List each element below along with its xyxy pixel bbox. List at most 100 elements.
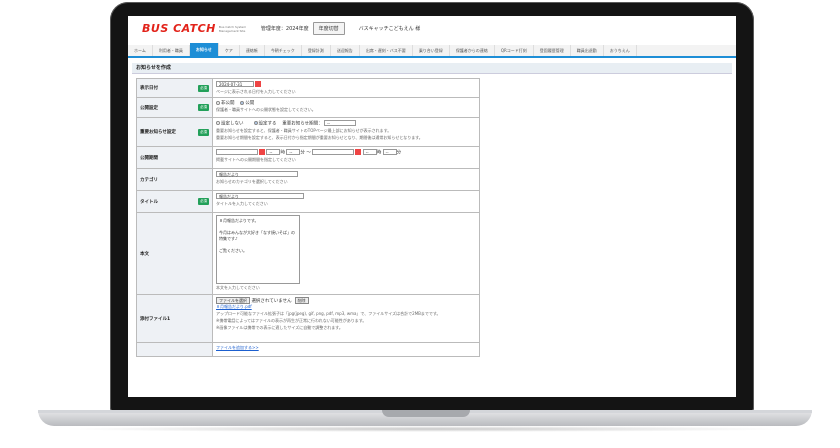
screen: BUS CATCH Bus Catch System Management Si… [128, 16, 736, 397]
nav-item-ride-registration[interactable]: 乗り合い登録 [413, 45, 450, 56]
nav-item-attendance[interactable]: 出席・遅刻・バス不要 [360, 45, 413, 56]
period-end-date-input[interactable] [312, 149, 355, 155]
nav-item-transport-report[interactable]: 送迎報告 [331, 45, 360, 56]
label-body: 本文 [137, 213, 213, 294]
value-period: -- 時 -- 分 〜 -- 時 -- 分 掲載サイトへの公開期間を指定してください [213, 147, 479, 168]
hint-attachment-3: ※画像ファイルは携帯での表示に適したサイズに自動で調整されます。 [216, 325, 343, 330]
notice-form: 表示日付 必須 2024-07-31 ページに表示される日付を入力してください 公… [136, 78, 480, 357]
required-badge: 必須 [198, 84, 209, 92]
laptop-notch [382, 410, 470, 417]
hint-title: タイトルを入力してください [216, 200, 268, 206]
label-important-period: 重要お知らせ期間： [282, 121, 323, 127]
label-important: 重要お知らせ設定 必須 [137, 118, 213, 146]
nav-item-ouchien[interactable]: おうちえん [604, 45, 637, 56]
value-important: 設定しない 設定する 重要お知らせ期間： -- 重要お知らせを設定すると、保護者… [213, 118, 479, 146]
nav-item-care[interactable]: ケア [219, 45, 240, 56]
laptop-shadow [60, 426, 790, 432]
organization-name: バスキャッチこどもえん 様 [358, 26, 421, 32]
no-file-text: 選択されていません [251, 299, 292, 304]
label-hour: 時 [280, 150, 285, 156]
hint-important-1: 重要お知らせを設定すると、保護者・職員サイトのTOPページ最上部にお知らせが表示… [216, 127, 392, 133]
required-badge: 必須 [198, 128, 209, 136]
category-select[interactable]: 報告だより [216, 171, 298, 177]
row-publish: 公開設定 必須 非公開 公開 保護者・職員サイトへの公開状態を設定してください。 [136, 98, 480, 118]
label-period: 公開期間 [137, 147, 213, 168]
period-start-hour-select[interactable]: -- [266, 149, 281, 155]
hint-publish: 保護者・職員サイトへの公開状態を設定してください。 [216, 107, 316, 112]
row-body: 本文 ８月報告だよりです。 今月はみんなが大好き「なす焼いそば」の 特集です♪ … [136, 213, 480, 295]
label-minute: 分 [396, 150, 402, 156]
period-start-date-input[interactable] [216, 149, 258, 155]
value-body: ８月報告だよりです。 今月はみんなが大好き「なす焼いそば」の 特集です♪ ご覧く… [213, 213, 479, 294]
hint-body: 本文を入力してください [216, 285, 260, 290]
nav-item-measurement[interactable]: 登録計測 [302, 45, 331, 56]
nav-item-notices[interactable]: お知らせ [189, 43, 219, 56]
value-publish: 非公開 公開 保護者・職員サイトへの公開状態を設定してください。 [213, 98, 479, 117]
value-title: 報告だより タイトルを入力してください [213, 191, 479, 212]
label-minute: 分 [300, 150, 305, 156]
row-attachment: 添付ファイル1 ファイルを選択 選択されていません 削除 ８月報告だより.pdf… [136, 295, 480, 343]
hint-important-2: 重要お知らせ期間を設定すると、表示日付から指定期間が重要お知らせとなり、期間後は… [216, 134, 423, 140]
radio-important-set[interactable] [253, 121, 258, 125]
row-category: カテゴリ 報告だより お知らせのカテゴリを選択してください [136, 169, 480, 191]
fiscal-year-switch-button[interactable]: 年度切替 [312, 22, 345, 35]
period-start-minute-select[interactable]: -- [286, 149, 301, 155]
logo-text: BUS CATCH [142, 22, 216, 35]
label-important-none: 設定しない [221, 121, 244, 127]
nav-item-staff-attendance[interactable]: 職員出退勤 [571, 45, 604, 56]
radio-important-none[interactable] [216, 121, 220, 125]
label-add-file [137, 343, 213, 356]
laptop-frame: BUS CATCH Bus Catch System Management Si… [0, 0, 840, 448]
attached-file-link[interactable]: ８月報告だより.pdf [216, 304, 252, 309]
radio-public[interactable] [240, 100, 245, 105]
label-publish: 公開設定 必須 [137, 98, 213, 117]
required-badge: 必須 [198, 198, 209, 205]
calendar-icon[interactable] [259, 149, 265, 155]
label-public: 公開 [245, 101, 255, 106]
hint-category: お知らせのカテゴリを選択してください [216, 178, 288, 184]
app-header: BUS CATCH Bus Catch System Management Si… [128, 16, 736, 41]
period-end-minute-select[interactable]: -- [382, 149, 397, 155]
add-file-link[interactable]: ファイルを追加する>> [216, 345, 259, 350]
main-nav: ホーム 利用者・職員 お知らせ ケア 連絡帳 今朝チェック 登録計測 送迎報告 … [128, 43, 736, 58]
row-title: タイトル 必須 報告だより タイトルを入力してください [136, 191, 480, 213]
value-attachment: ファイルを選択 選択されていません 削除 ８月報告だより.pdf アップロード可… [213, 295, 479, 342]
body-line: ご覧ください。 [219, 248, 247, 253]
nav-item-history[interactable]: 登園履歴管理 [534, 45, 571, 56]
calendar-icon[interactable] [355, 149, 362, 155]
nav-item-morning-check[interactable]: 今朝チェック [265, 45, 302, 56]
required-badge: 必須 [198, 104, 209, 111]
hint-period: 掲載サイトへの公開期間を指定してください [216, 156, 296, 162]
important-period-select[interactable]: -- [324, 120, 357, 126]
page-title: お知らせを作成 [132, 63, 732, 74]
label-private: 非公開 [221, 101, 235, 106]
label-hour: 時 [376, 150, 382, 156]
tilde: 〜 [306, 150, 311, 156]
hint-attachment-2: ※携帯電話によってはファイルの表示が再生が正常に行われない可能性があります。 [216, 318, 367, 323]
value-category: 報告だより お知らせのカテゴリを選択してください [213, 169, 479, 190]
row-important: 重要お知らせ設定 必須 設定しない 設定する 重要お知らせ期間： -- 重要お知ら… [136, 118, 480, 147]
row-add-file: ファイルを追加する>> [136, 343, 480, 357]
nav-item-parent-contact[interactable]: 保護者からの連絡 [450, 45, 495, 56]
label-category: カテゴリ [137, 169, 213, 190]
hint-attachment-1: アップロード可能なファイル拡張子は「jpg(jpeg), gif, png, p… [216, 311, 441, 316]
body-textarea[interactable]: ８月報告だよりです。 今月はみんなが大好き「なす焼いそば」の 特集です♪ ご覧く… [216, 215, 300, 284]
nav-item-contact-book[interactable]: 連絡帳 [240, 45, 265, 56]
nav-item-qr-stamp[interactable]: QRコード打刻 [495, 45, 534, 56]
value-date: 2024-07-31 ページに表示される日付を入力してください [213, 79, 479, 97]
period-end-hour-select[interactable]: -- [362, 149, 377, 155]
calendar-icon[interactable] [255, 81, 261, 87]
delete-file-button[interactable]: 削除 [294, 297, 309, 304]
fiscal-year: 管理年度：2024年度 [260, 26, 309, 32]
logo[interactable]: BUS CATCH Bus Catch System Management Si… [142, 22, 253, 35]
hint-date: ページに表示される日付を入力してください [216, 88, 296, 94]
nav-item-users[interactable]: 利用者・職員 [153, 45, 190, 56]
date-input[interactable]: 2024-07-31 [216, 81, 254, 87]
row-date: 表示日付 必須 2024-07-31 ページに表示される日付を入力してください [136, 78, 480, 98]
nav-item-home[interactable]: ホーム [128, 45, 153, 56]
logo-subtitle: Bus Catch System Management Site [218, 24, 247, 33]
label-attachment: 添付ファイル1 [137, 295, 213, 342]
radio-private[interactable] [216, 100, 220, 105]
choose-file-button[interactable]: ファイルを選択 [216, 297, 250, 304]
title-input[interactable]: 報告だより [216, 193, 304, 199]
